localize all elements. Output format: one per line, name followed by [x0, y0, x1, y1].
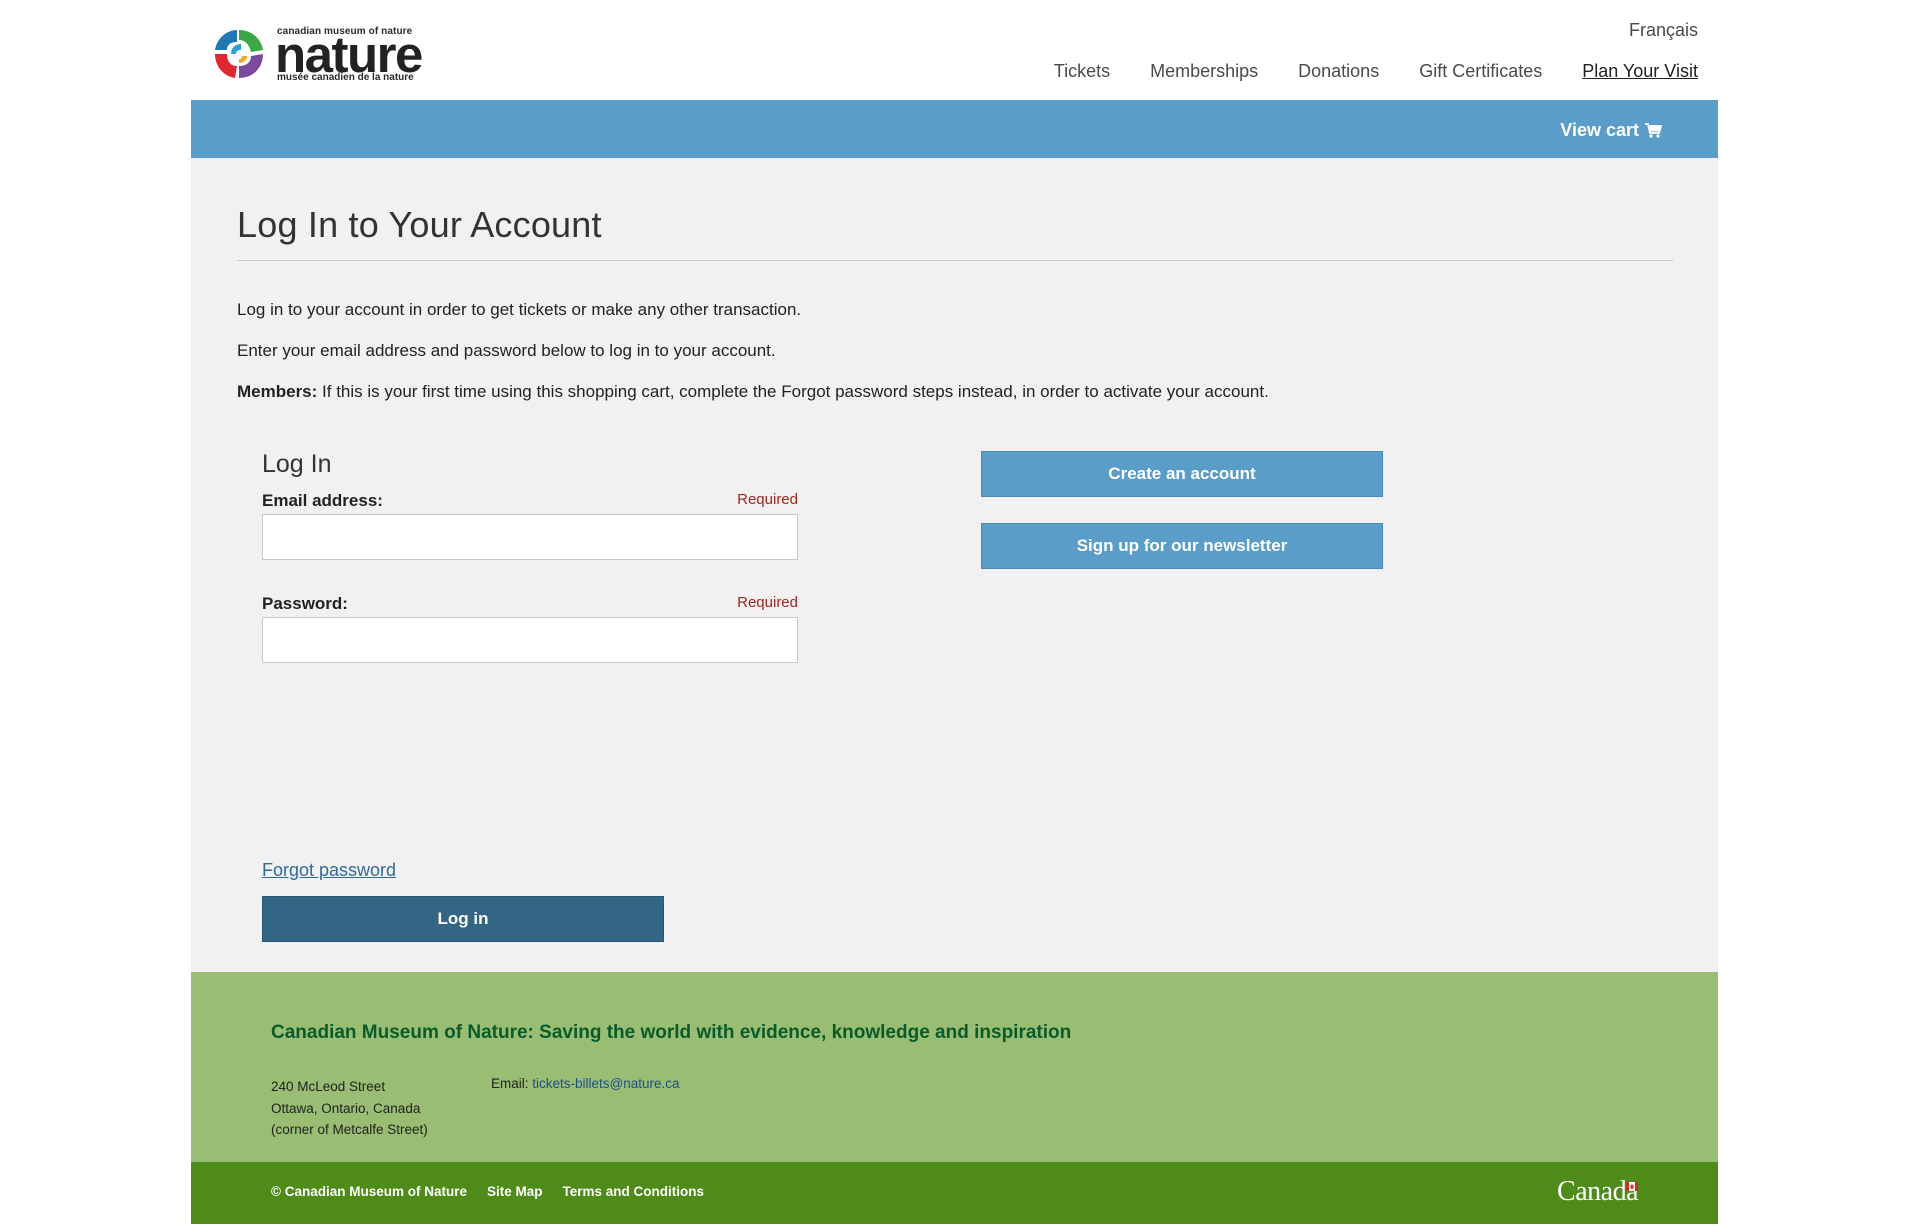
footer-info: Canadian Museum of Nature: Saving the wo… — [191, 972, 1718, 1162]
nav-plan-your-visit[interactable]: Plan Your Visit — [1582, 61, 1698, 82]
title-divider — [237, 260, 1673, 261]
forgot-password-link[interactable]: Forgot password — [262, 860, 396, 881]
view-cart-label: View cart — [1560, 120, 1639, 140]
intro-line-1: Log in to your account in order to get t… — [237, 300, 802, 319]
members-text: If this is your first time using this sh… — [317, 382, 1269, 401]
members-note: Members: If this is your first time usin… — [237, 382, 1269, 402]
main-nav: Tickets Memberships Donations Gift Certi… — [1054, 61, 1698, 82]
footer-legal-bar: © Canadian Museum of Nature Site Map Ter… — [191, 1162, 1718, 1224]
password-required-indicator: Required — [737, 594, 798, 611]
shopping-cart-icon — [1645, 123, 1662, 138]
address-line-2: Ottawa, Ontario, Canada — [271, 1100, 421, 1116]
museum-logo-icon — [215, 30, 263, 78]
contact-email: Email: tickets-billets@nature.ca — [491, 1076, 680, 1091]
login-form: Log In Email address: Required Password:… — [262, 450, 798, 942]
main-content: Log In to Your Account Log in to your ac… — [191, 158, 1718, 972]
newsletter-signup-button[interactable]: Sign up for our newsletter — [981, 523, 1383, 569]
password-input[interactable] — [262, 617, 798, 663]
copyright-text: © Canadian Museum of Nature — [271, 1184, 467, 1199]
page-title: Log In to Your Account — [237, 204, 602, 245]
canada-wordmark: Canada — [1557, 1176, 1638, 1207]
nav-gift-certificates[interactable]: Gift Certificates — [1419, 61, 1542, 82]
cart-bar: View cart — [191, 100, 1718, 158]
members-label: Members: — [237, 382, 318, 401]
login-heading: Log In — [262, 450, 332, 478]
language-toggle-link[interactable]: Français — [1629, 20, 1698, 41]
terms-link[interactable]: Terms and Conditions — [563, 1184, 705, 1199]
log-in-button[interactable]: Log in — [262, 896, 664, 942]
intro-text: Log in to your account in order to get t… — [237, 300, 1269, 423]
footer-links: © Canadian Museum of Nature Site Map Ter… — [271, 1184, 704, 1199]
site-map-link[interactable]: Site Map — [487, 1184, 543, 1199]
email-required-indicator: Required — [737, 491, 798, 508]
nav-tickets[interactable]: Tickets — [1054, 61, 1110, 82]
email-input[interactable] — [262, 514, 798, 560]
email-label-text: Email: — [491, 1076, 533, 1091]
email-label: Email address: — [262, 491, 383, 510]
contact-email-link[interactable]: tickets-billets@nature.ca — [532, 1076, 679, 1091]
password-label: Password: — [262, 594, 348, 613]
create-account-button[interactable]: Create an account — [981, 451, 1383, 497]
logo-text-bottom: musée canadien de la nature — [277, 72, 414, 83]
site-header: canadian museum of nature nature musée c… — [191, 0, 1718, 100]
nav-memberships[interactable]: Memberships — [1150, 61, 1258, 82]
account-actions: Create an account Sign up for our newsle… — [981, 451, 1383, 595]
address-line-3: (corner of Metcalfe Street) — [271, 1122, 428, 1137]
view-cart-link[interactable]: View cart — [1560, 120, 1662, 141]
footer-tagline: Canadian Museum of Nature: Saving the wo… — [271, 1022, 1072, 1043]
museum-address: 240 McLeod Street Ottawa, Ontario, Canad… — [271, 1076, 428, 1141]
nav-donations[interactable]: Donations — [1298, 61, 1379, 82]
canada-flag-icon — [1626, 1182, 1638, 1191]
address-line-1: 240 McLeod Street — [271, 1079, 386, 1094]
museum-logo[interactable]: canadian museum of nature nature musée c… — [211, 22, 451, 86]
intro-line-2: Enter your email address and password be… — [237, 341, 776, 360]
